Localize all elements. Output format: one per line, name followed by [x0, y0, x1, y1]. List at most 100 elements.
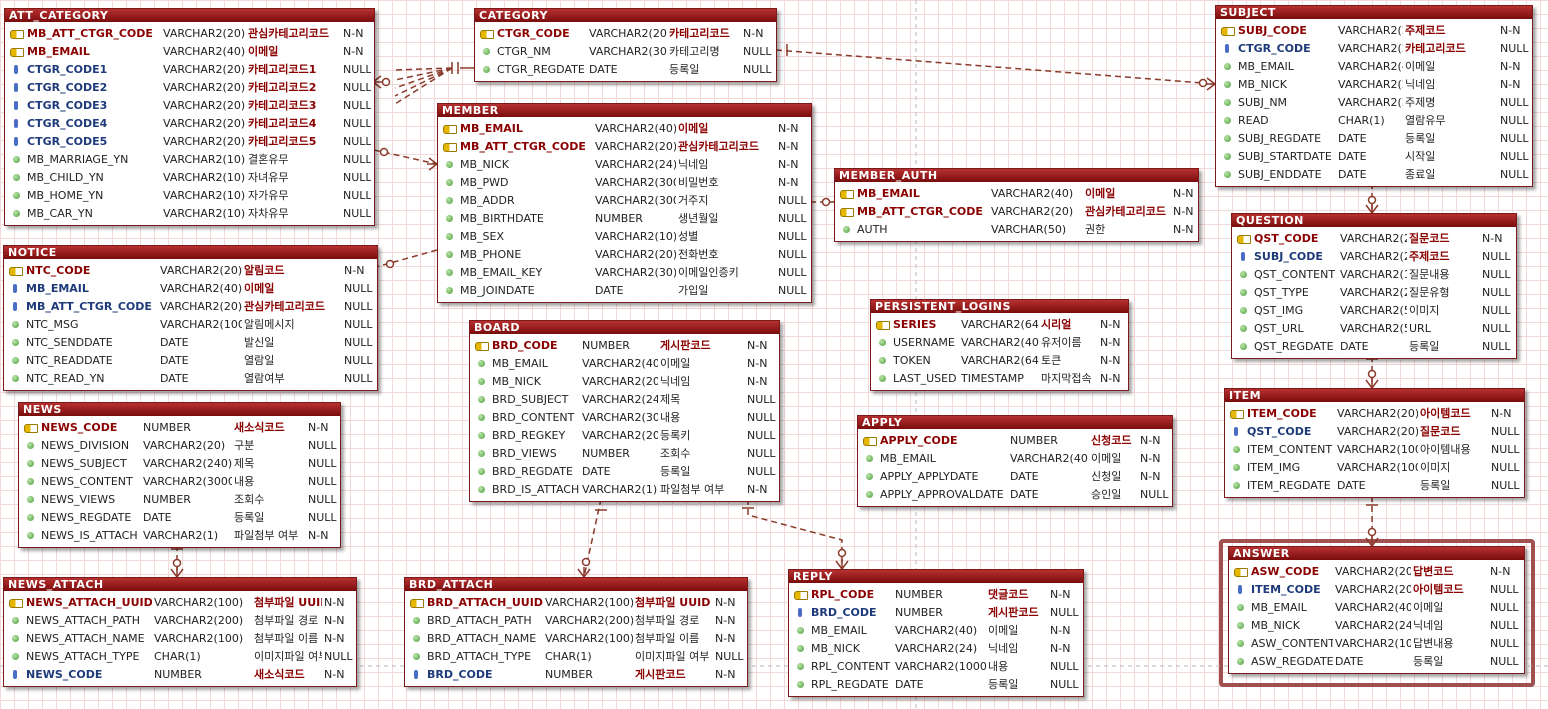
column-row[interactable]: CTGR_CODE VARCHAR2(20)카테고리코드 NULL: [1216, 39, 1532, 57]
table-news[interactable]: NEWS NEWS_CODE NUMBER 새소식코드 N-N NEWS_DIVISION…: [18, 402, 341, 548]
column-row[interactable]: QST_IMG VARCHAR2(50)이미지 NULL: [1232, 301, 1516, 319]
column-row[interactable]: MB_EMAILVARCHAR2(40)이메일N-N: [470, 354, 779, 372]
column-row[interactable]: APPLY_CODE NUMBER 신청코드 N-N: [858, 431, 1172, 449]
table-header[interactable]: ANSWER: [1229, 547, 1524, 560]
column-row[interactable]: MB_BIRTHDATE NUMBER 생년월일 NULL: [438, 209, 811, 227]
column-row[interactable]: MB_ATT_CTGR_CODE VARCHAR2(20) 관심카테고리코드 NULL: [4, 297, 377, 315]
column-row[interactable]: QST_TYPE VARCHAR2(20)질문유형 NULL: [1232, 283, 1516, 301]
column-row[interactable]: AUTH VARCHAR(50) 권한 N-N: [835, 220, 1198, 238]
table-board[interactable]: BOARD BRD_CODE NUMBER 게시판코드 N-N MB_EMAIL VARCH…: [469, 320, 780, 502]
table-header[interactable]: MEMBER_AUTH: [835, 169, 1198, 182]
table-header[interactable]: MEMBER: [438, 104, 811, 117]
column-row[interactable]: READ CHAR(1) 열람유무 NULL: [1216, 111, 1532, 129]
column-row[interactable]: CTGR_CODE4 VARCHAR2(20) 카테고리코드4 NULL: [5, 114, 374, 132]
table-category[interactable]: CATEGORY CTGR_CODE VARCHAR2(20) 카테고리코드 N-N CT…: [474, 8, 777, 82]
column-row[interactable]: BRD_CODE NUMBER 게시판코드 NULL: [789, 603, 1083, 621]
column-row[interactable]: CTGR_CODE2 VARCHAR2(20) 카테고리코드2 NULL: [5, 78, 374, 96]
column-row[interactable]: QST_CODE VARCHAR2(20)질문코드 N-N: [1232, 229, 1516, 247]
table-apply[interactable]: APPLY APPLY_CODE NUMBER 신청코드 N-N MB_EMAIL VARC…: [857, 415, 1173, 507]
table-att-category[interactable]: ATT_CATEGORY MB_ATT_CTGR_CODE VARCHAR2(20)…: [4, 8, 375, 226]
column-row[interactable]: MB_HOME_YN VARCHAR2(10) 자가유무 NULL: [5, 186, 374, 204]
column-row[interactable]: NEWS_CODE NUMBER 새소식코드 N-N: [4, 665, 356, 683]
column-row[interactable]: MB_EMAIL VARCHAR2(40) 이메일 NULL: [1229, 598, 1524, 616]
column-row[interactable]: BRD_REGDATE DATE 등록일 NULL: [470, 462, 779, 480]
table-member-auth[interactable]: MEMBER_AUTH MB_EMAIL VARCHAR2(40) 이메일 N-N MB_…: [834, 168, 1199, 242]
column-row[interactable]: ASW_CONTENTVARCHAR2(1000)답변내용 NULL: [1229, 634, 1524, 652]
column-row[interactable]: NTC_CODE VARCHAR2(20) 알림코드 N-N: [4, 261, 377, 279]
column-row[interactable]: LAST_USED TIMESTAMP 마지막접속 N-N: [871, 369, 1128, 387]
column-row[interactable]: MB_ATT_CTGR_CODE VARCHAR2(20) 관심카테고리코드 N-N: [835, 202, 1198, 220]
column-row[interactable]: MB_SEX VARCHAR2(10) 성별 NULL: [438, 227, 811, 245]
column-row[interactable]: MB_PWD VARCHAR2(300) 비밀번호 N-N: [438, 173, 811, 191]
column-row[interactable]: MB_EMAIL VARCHAR2(40) 이메일 NULL: [4, 279, 377, 297]
table-header[interactable]: REPLY: [789, 570, 1083, 583]
column-row[interactable]: NEWS_REGDATE DATE 등록일 NULL: [19, 508, 340, 526]
column-row[interactable]: NEWS_ATTACH_UUID VARCHAR2(100) 첨부파일 UUID N-…: [4, 593, 356, 611]
table-subject[interactable]: SUBJECT SUBJ_CODE VARCHAR2(20)주제코드 N-N CTGR_…: [1215, 5, 1533, 187]
column-row[interactable]: CTGR_CODE VARCHAR2(20) 카테고리코드 N-N: [475, 24, 776, 42]
column-row[interactable]: MB_JOINDATE DATE 가입일 NULL: [438, 281, 811, 299]
table-header[interactable]: CATEGORY: [475, 9, 776, 22]
table-item[interactable]: ITEM ITEM_CODE VARCHAR2(20) 아이템코드 N-N QST_COD…: [1224, 388, 1525, 498]
erd-canvas[interactable]: ATT_CATEGORY MB_ATT_CTGR_CODE VARCHAR2(20)…: [0, 0, 1548, 709]
column-row[interactable]: SUBJ_CODE VARCHAR2(20)주제코드 N-N: [1216, 21, 1532, 39]
table-news-attach[interactable]: NEWS_ATTACH NEWS_ATTACH_UUID VARCHAR2(100)…: [3, 577, 357, 687]
column-row[interactable]: ITEM_CODE VARCHAR2(20) 아이템코드 NULL: [1229, 580, 1524, 598]
column-row[interactable]: NTC_SENDDATE DATE 발신일 NULL: [4, 333, 377, 351]
column-row[interactable]: ASW_REGDATE DATE 등록일 NULL: [1229, 652, 1524, 670]
column-row[interactable]: BRD_CODE NUMBER 게시판코드 N-N: [405, 665, 747, 683]
column-row[interactable]: QST_REGDATE DATE 등록일 NULL: [1232, 337, 1516, 355]
column-row[interactable]: SUBJ_NM VARCHAR2(240)주제명 NULL: [1216, 93, 1532, 111]
column-row[interactable]: NEWS_SUBJECT VARCHAR2(240) 제목 NULL: [19, 454, 340, 472]
column-row[interactable]: MB_EMAILVARCHAR2(40)이메일N-N: [438, 119, 811, 137]
table-header[interactable]: NOTICE: [4, 246, 377, 259]
column-row[interactable]: SUBJ_REGDATE DATE 등록일 NULL: [1216, 129, 1532, 147]
table-header[interactable]: BRD_ATTACH: [405, 578, 747, 591]
column-row[interactable]: RPL_CODE NUMBER 댓글코드 N-N: [789, 585, 1083, 603]
column-row[interactable]: ITEM_IMG VARCHAR2(1000)이미지 NULL: [1225, 458, 1524, 476]
column-row[interactable]: NEWS_IS_ATTACH VARCHAR2(1) 파일첨부 여부 N-N: [19, 526, 340, 544]
column-row[interactable]: MB_EMAILVARCHAR2(40)이메일N-N: [1216, 57, 1532, 75]
column-row[interactable]: NTC_MSG VARCHAR2(100) 알림메시지 NULL: [4, 315, 377, 333]
column-row[interactable]: ITEM_CONTENT VARCHAR2(1000)아이템내용 NULL: [1225, 440, 1524, 458]
column-row[interactable]: BRD_ATTACH_PATH VARCHAR2(200) 첨부파일 경로 N-N: [405, 611, 747, 629]
column-row[interactable]: MB_MARRIAGE_YN VARCHAR2(10) 결혼유무 NULL: [5, 150, 374, 168]
table-header[interactable]: NEWS_ATTACH: [4, 578, 356, 591]
column-row[interactable]: SUBJ_ENDDATE DATE 종료일 NULL: [1216, 165, 1532, 183]
table-header[interactable]: ATT_CATEGORY: [5, 9, 374, 22]
table-header[interactable]: APPLY: [858, 416, 1172, 429]
column-row[interactable]: NTC_READ_YN DATE 열람여부 NULL: [4, 369, 377, 387]
column-row[interactable]: BRD_SUBJECT VARCHAR2(240)제목 NULL: [470, 390, 779, 408]
column-row[interactable]: MB_PHONE VARCHAR2(20) 전화번호 NULL: [438, 245, 811, 263]
column-row[interactable]: CTGR_CODE1 VARCHAR2(20) 카테고리코드1 NULL: [5, 60, 374, 78]
column-row[interactable]: CTGR_CODE3 VARCHAR2(20) 카테고리코드3 NULL: [5, 96, 374, 114]
column-row[interactable]: NEWS_ATTACH_PATH VARCHAR2(200) 첨부파일 경로 N-N: [4, 611, 356, 629]
column-row[interactable]: QST_CONTENT VARCHAR2(1000)질문내용 NULL: [1232, 265, 1516, 283]
column-row[interactable]: SUBJ_STARTDATE DATE 시작일 NULL: [1216, 147, 1532, 165]
table-header[interactable]: BOARD: [470, 321, 779, 334]
column-row[interactable]: ASW_CODE VARCHAR2(20) 답변코드 N-N: [1229, 562, 1524, 580]
column-row[interactable]: MB_ATT_CTGR_CODE VARCHAR2(20) 관심카테고리코드 N-N: [438, 137, 811, 155]
table-question[interactable]: QUESTIONQST_CODEVARCHAR2(20)질문코드N-NSUBJ_…: [1231, 213, 1517, 359]
column-row[interactable]: CTGR_CODE5 VARCHAR2(20) 카테고리코드5 NULL: [5, 132, 374, 150]
column-row[interactable]: MB_CAR_YN VARCHAR2(10) 자차유무 NULL: [5, 204, 374, 222]
column-row[interactable]: BRD_ATTACH_TYPE CHAR(1) 이미지파일 여부 NULL: [405, 647, 747, 665]
column-row[interactable]: SERIES VARCHAR2(64) 시리얼 N-N: [871, 315, 1128, 333]
column-row[interactable]: NEWS_CODE NUMBER 새소식코드 N-N: [19, 418, 340, 436]
column-row[interactable]: BRD_ATTACH_UUID VARCHAR2(100) 첨부파일 UUID N-N: [405, 593, 747, 611]
column-row[interactable]: BRD_IS_ATTACH VARCHAR2(1) 파일첨부 여부 N-N: [470, 480, 779, 498]
column-row[interactable]: QST_URL VARCHAR2(50)URL NULL: [1232, 319, 1516, 337]
column-row[interactable]: BRD_VIEWS NUMBER 조회수 NULL: [470, 444, 779, 462]
column-row[interactable]: APPLY_APPROVALDATE DATE 승인일 NULL: [858, 485, 1172, 503]
table-reply[interactable]: REPLY RPL_CODE NUMBER 댓글코드 N-N BRD_CODE NUMBER…: [788, 569, 1084, 697]
column-row[interactable]: MB_NICK VARCHAR2(24)닉네임 N-N: [1216, 75, 1532, 93]
table-header[interactable]: ITEM: [1225, 389, 1524, 402]
column-row[interactable]: CTGR_NM VARCHAR2(30) 카테고리명 NULL: [475, 42, 776, 60]
column-row[interactable]: MB_EMAILVARCHAR2(40)이메일N-N: [835, 184, 1198, 202]
column-row[interactable]: MB_ADDR VARCHAR2(300) 거주지 NULL: [438, 191, 811, 209]
column-row[interactable]: BRD_CONTENT VARCHAR2(3000)내용 NULL: [470, 408, 779, 426]
column-row[interactable]: NEWS_VIEWS NUMBER 조회수 NULL: [19, 490, 340, 508]
column-row[interactable]: RPL_REGDATE DATE 등록일 NULL: [789, 675, 1083, 693]
column-row[interactable]: NEWS_DIVISION VARCHAR2(20) 구분 NULL: [19, 436, 340, 454]
column-row[interactable]: CTGR_REGDATE DATE 등록일 NULL: [475, 60, 776, 78]
